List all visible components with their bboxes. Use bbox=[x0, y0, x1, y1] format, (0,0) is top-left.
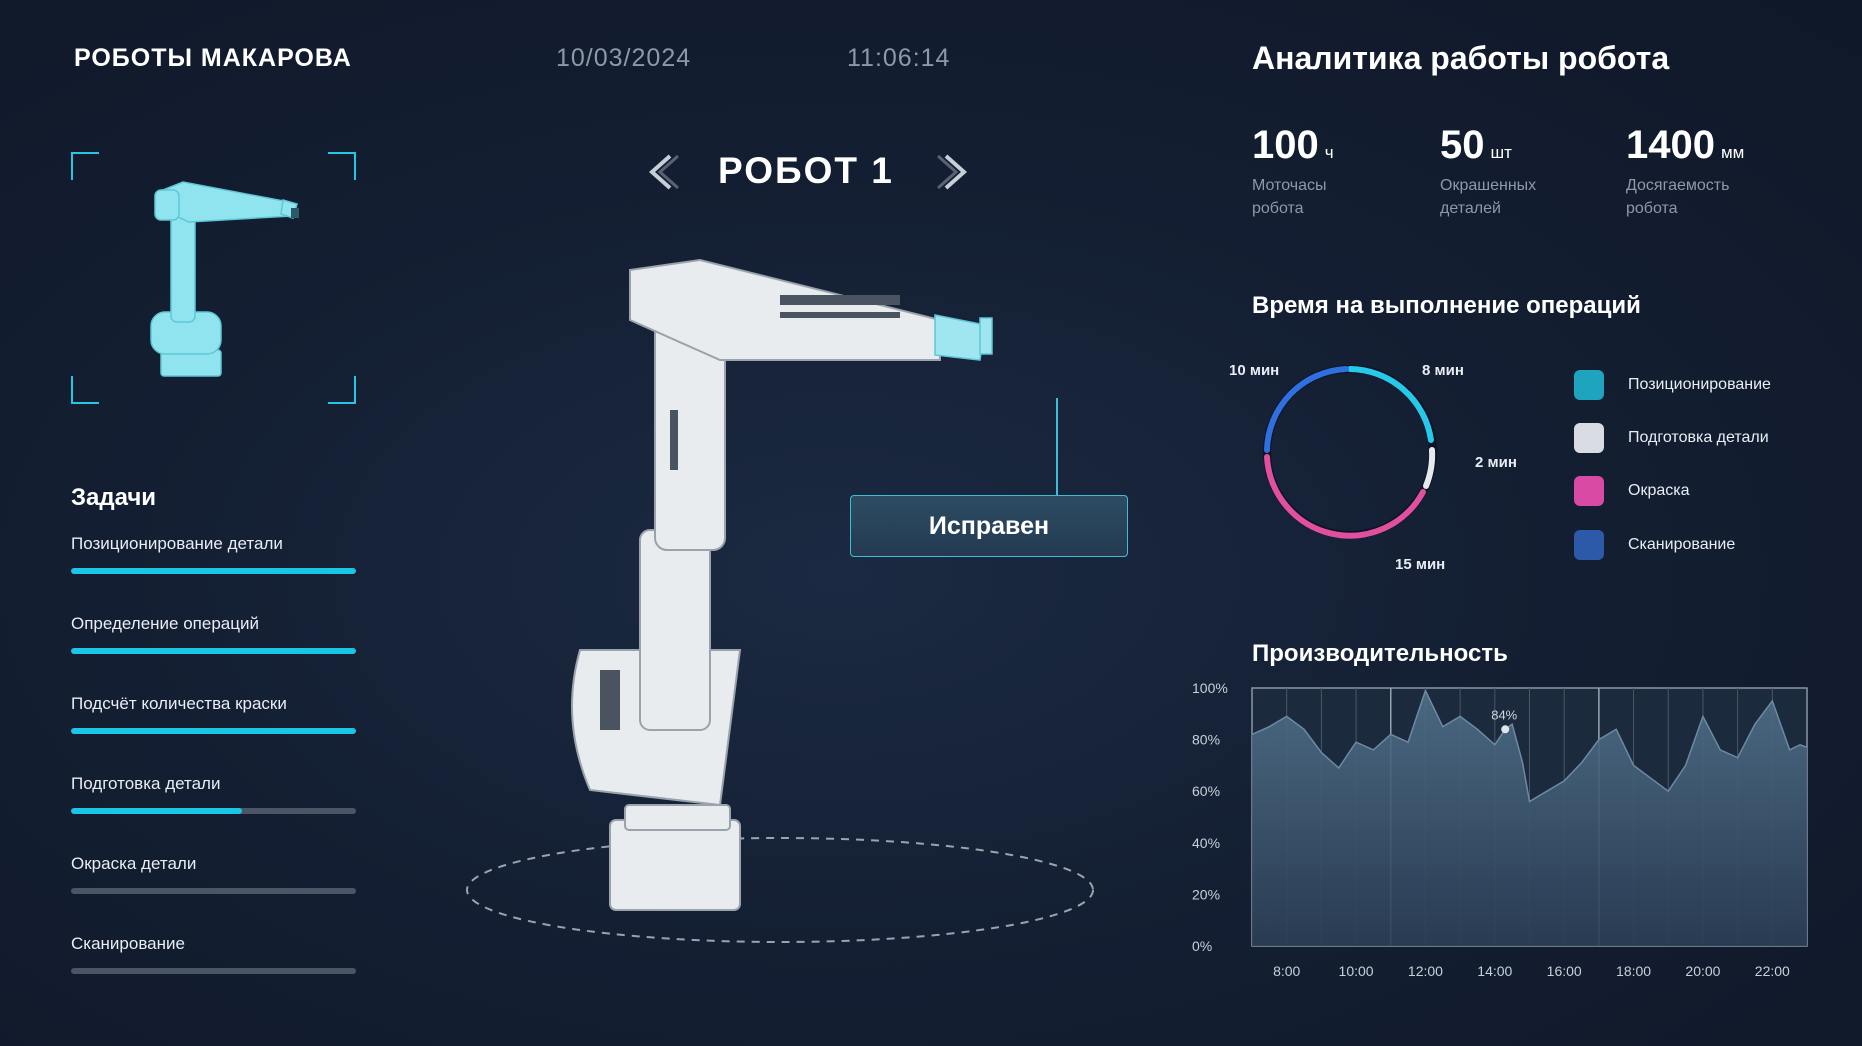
task-label: Определение операций bbox=[71, 614, 259, 633]
frame-corner bbox=[71, 152, 99, 180]
task-progress-track bbox=[71, 728, 356, 734]
task-progress-track bbox=[71, 808, 356, 814]
task-item: Окраска детали bbox=[71, 854, 356, 894]
legend-swatch bbox=[1574, 476, 1604, 506]
task-item: Подготовка детали bbox=[71, 774, 356, 814]
operations-title: Время на выполнение операций bbox=[1252, 292, 1641, 319]
donut-label-8-min: 8 мин bbox=[1422, 362, 1464, 379]
task-progress-fill bbox=[71, 648, 356, 654]
task-progress-fill bbox=[71, 568, 356, 574]
x-tick-label: 8:00 bbox=[1273, 963, 1300, 979]
robot-thumbnail[interactable] bbox=[71, 152, 356, 404]
legend-item-positioning: Позиционирование bbox=[1574, 370, 1771, 400]
y-tick-label: 100% bbox=[1192, 680, 1228, 696]
stat-painted-parts: 50 шт Окрашенных деталей bbox=[1440, 123, 1536, 220]
legend-swatch bbox=[1574, 530, 1604, 560]
task-progress-fill bbox=[71, 808, 242, 814]
stat-unit: ч bbox=[1324, 143, 1334, 162]
stat-label: Досягаемость робота bbox=[1626, 177, 1730, 217]
task-label: Подготовка детали bbox=[71, 774, 221, 793]
performance-chart-svg: 84% 100% 80% 60% 40% 20% 0% 8:00 10:00 12:00 14:00… bbox=[1192, 680, 1808, 979]
chevron-right-icon[interactable] bbox=[932, 150, 976, 194]
x-tick-label: 12:00 bbox=[1408, 963, 1443, 979]
task-label: Сканирование bbox=[71, 934, 185, 953]
stat-motor-hours: 100 ч Моточасы робота bbox=[1252, 123, 1334, 220]
legend-swatch bbox=[1574, 423, 1604, 453]
legend-label: Позиционирование bbox=[1628, 376, 1771, 393]
performance-title: Производительность bbox=[1252, 640, 1508, 667]
chevron-left-icon[interactable] bbox=[640, 150, 684, 194]
analytics-title: Аналитика работы робота bbox=[1252, 40, 1670, 76]
y-tick-label: 40% bbox=[1192, 835, 1220, 851]
y-tick-label: 0% bbox=[1192, 938, 1212, 954]
task-label: Позиционирование детали bbox=[71, 534, 283, 553]
frame-corner bbox=[71, 376, 99, 404]
legend-label: Окраска bbox=[1628, 482, 1690, 499]
task-label: Подсчёт количества краски bbox=[71, 694, 287, 713]
x-tick-label: 22:00 bbox=[1755, 963, 1790, 979]
donut-segment-positioning bbox=[1347, 366, 1434, 443]
frame-corner bbox=[328, 376, 356, 404]
y-tick-label: 80% bbox=[1192, 732, 1220, 748]
status-connector-line bbox=[1056, 398, 1058, 495]
legend-label: Подготовка детали bbox=[1628, 429, 1769, 446]
tasks-title: Задачи bbox=[71, 484, 157, 511]
legend-item-painting: Окраска bbox=[1574, 476, 1690, 506]
task-progress-track bbox=[71, 568, 356, 574]
task-item: Определение операций bbox=[71, 614, 356, 654]
task-progress-track bbox=[71, 648, 356, 654]
stat-label: Моточасы робота bbox=[1252, 177, 1327, 217]
current-time: 11:06:14 bbox=[847, 44, 951, 72]
task-label: Окраска детали bbox=[71, 854, 197, 873]
frame-corner bbox=[328, 152, 356, 180]
stat-reach: 1400 мм Досягаемость робота bbox=[1626, 123, 1744, 220]
y-tick-label: 20% bbox=[1192, 886, 1220, 902]
donut-label-2-min: 2 мин bbox=[1475, 454, 1517, 471]
task-item: Подсчёт количества краски bbox=[71, 694, 356, 734]
robot-title: РОБОТ 1 bbox=[718, 150, 894, 191]
annotation-point bbox=[1501, 725, 1510, 734]
stat-unit: шт bbox=[1490, 143, 1512, 162]
current-date: 10/03/2024 bbox=[556, 44, 692, 72]
donut-label-15-min: 15 мин bbox=[1395, 556, 1446, 573]
y-tick-label: 60% bbox=[1192, 783, 1220, 799]
x-tick-label: 20:00 bbox=[1685, 963, 1720, 979]
donut-segment-painting bbox=[1264, 454, 1426, 539]
stat-value: 100 bbox=[1252, 123, 1319, 167]
performance-chart: 84% 100% 80% 60% 40% 20% 0% 8:00 10:00 12:00 14:00… bbox=[1180, 680, 1820, 1000]
donut-segment-scanning bbox=[1264, 366, 1349, 453]
donut-label-10-min: 10 мин bbox=[1229, 362, 1280, 379]
robot-status-badge: Исправен bbox=[850, 495, 1128, 557]
brand-title: РОБОТЫ МАКАРОВА bbox=[74, 44, 352, 72]
x-tick-label: 14:00 bbox=[1477, 963, 1512, 979]
legend-item-scanning: Сканирование bbox=[1574, 530, 1735, 560]
task-progress-track bbox=[71, 888, 356, 894]
x-tick-label: 10:00 bbox=[1339, 963, 1374, 979]
operations-donut-chart bbox=[1260, 362, 1440, 542]
stat-value: 1400 bbox=[1626, 123, 1715, 167]
legend-item-preparation: Подготовка детали bbox=[1574, 423, 1769, 453]
legend-swatch bbox=[1574, 370, 1604, 400]
stat-value: 50 bbox=[1440, 123, 1485, 167]
legend-label: Сканирование bbox=[1628, 536, 1736, 553]
robot-3d-model[interactable] bbox=[440, 250, 1140, 950]
robot-thumbnail-image bbox=[150, 181, 299, 377]
robot-image bbox=[466, 258, 1094, 943]
task-progress-fill bbox=[71, 728, 356, 734]
stat-label: Окрашенных деталей bbox=[1440, 177, 1537, 217]
x-tick-label: 16:00 bbox=[1547, 963, 1582, 979]
x-tick-label: 18:00 bbox=[1616, 963, 1651, 979]
task-item: Позиционирование детали bbox=[71, 534, 356, 574]
task-item: Сканирование bbox=[71, 934, 356, 974]
stat-unit: мм bbox=[1720, 143, 1745, 162]
annotation-label: 84% bbox=[1491, 707, 1517, 722]
task-progress-track bbox=[71, 968, 356, 974]
